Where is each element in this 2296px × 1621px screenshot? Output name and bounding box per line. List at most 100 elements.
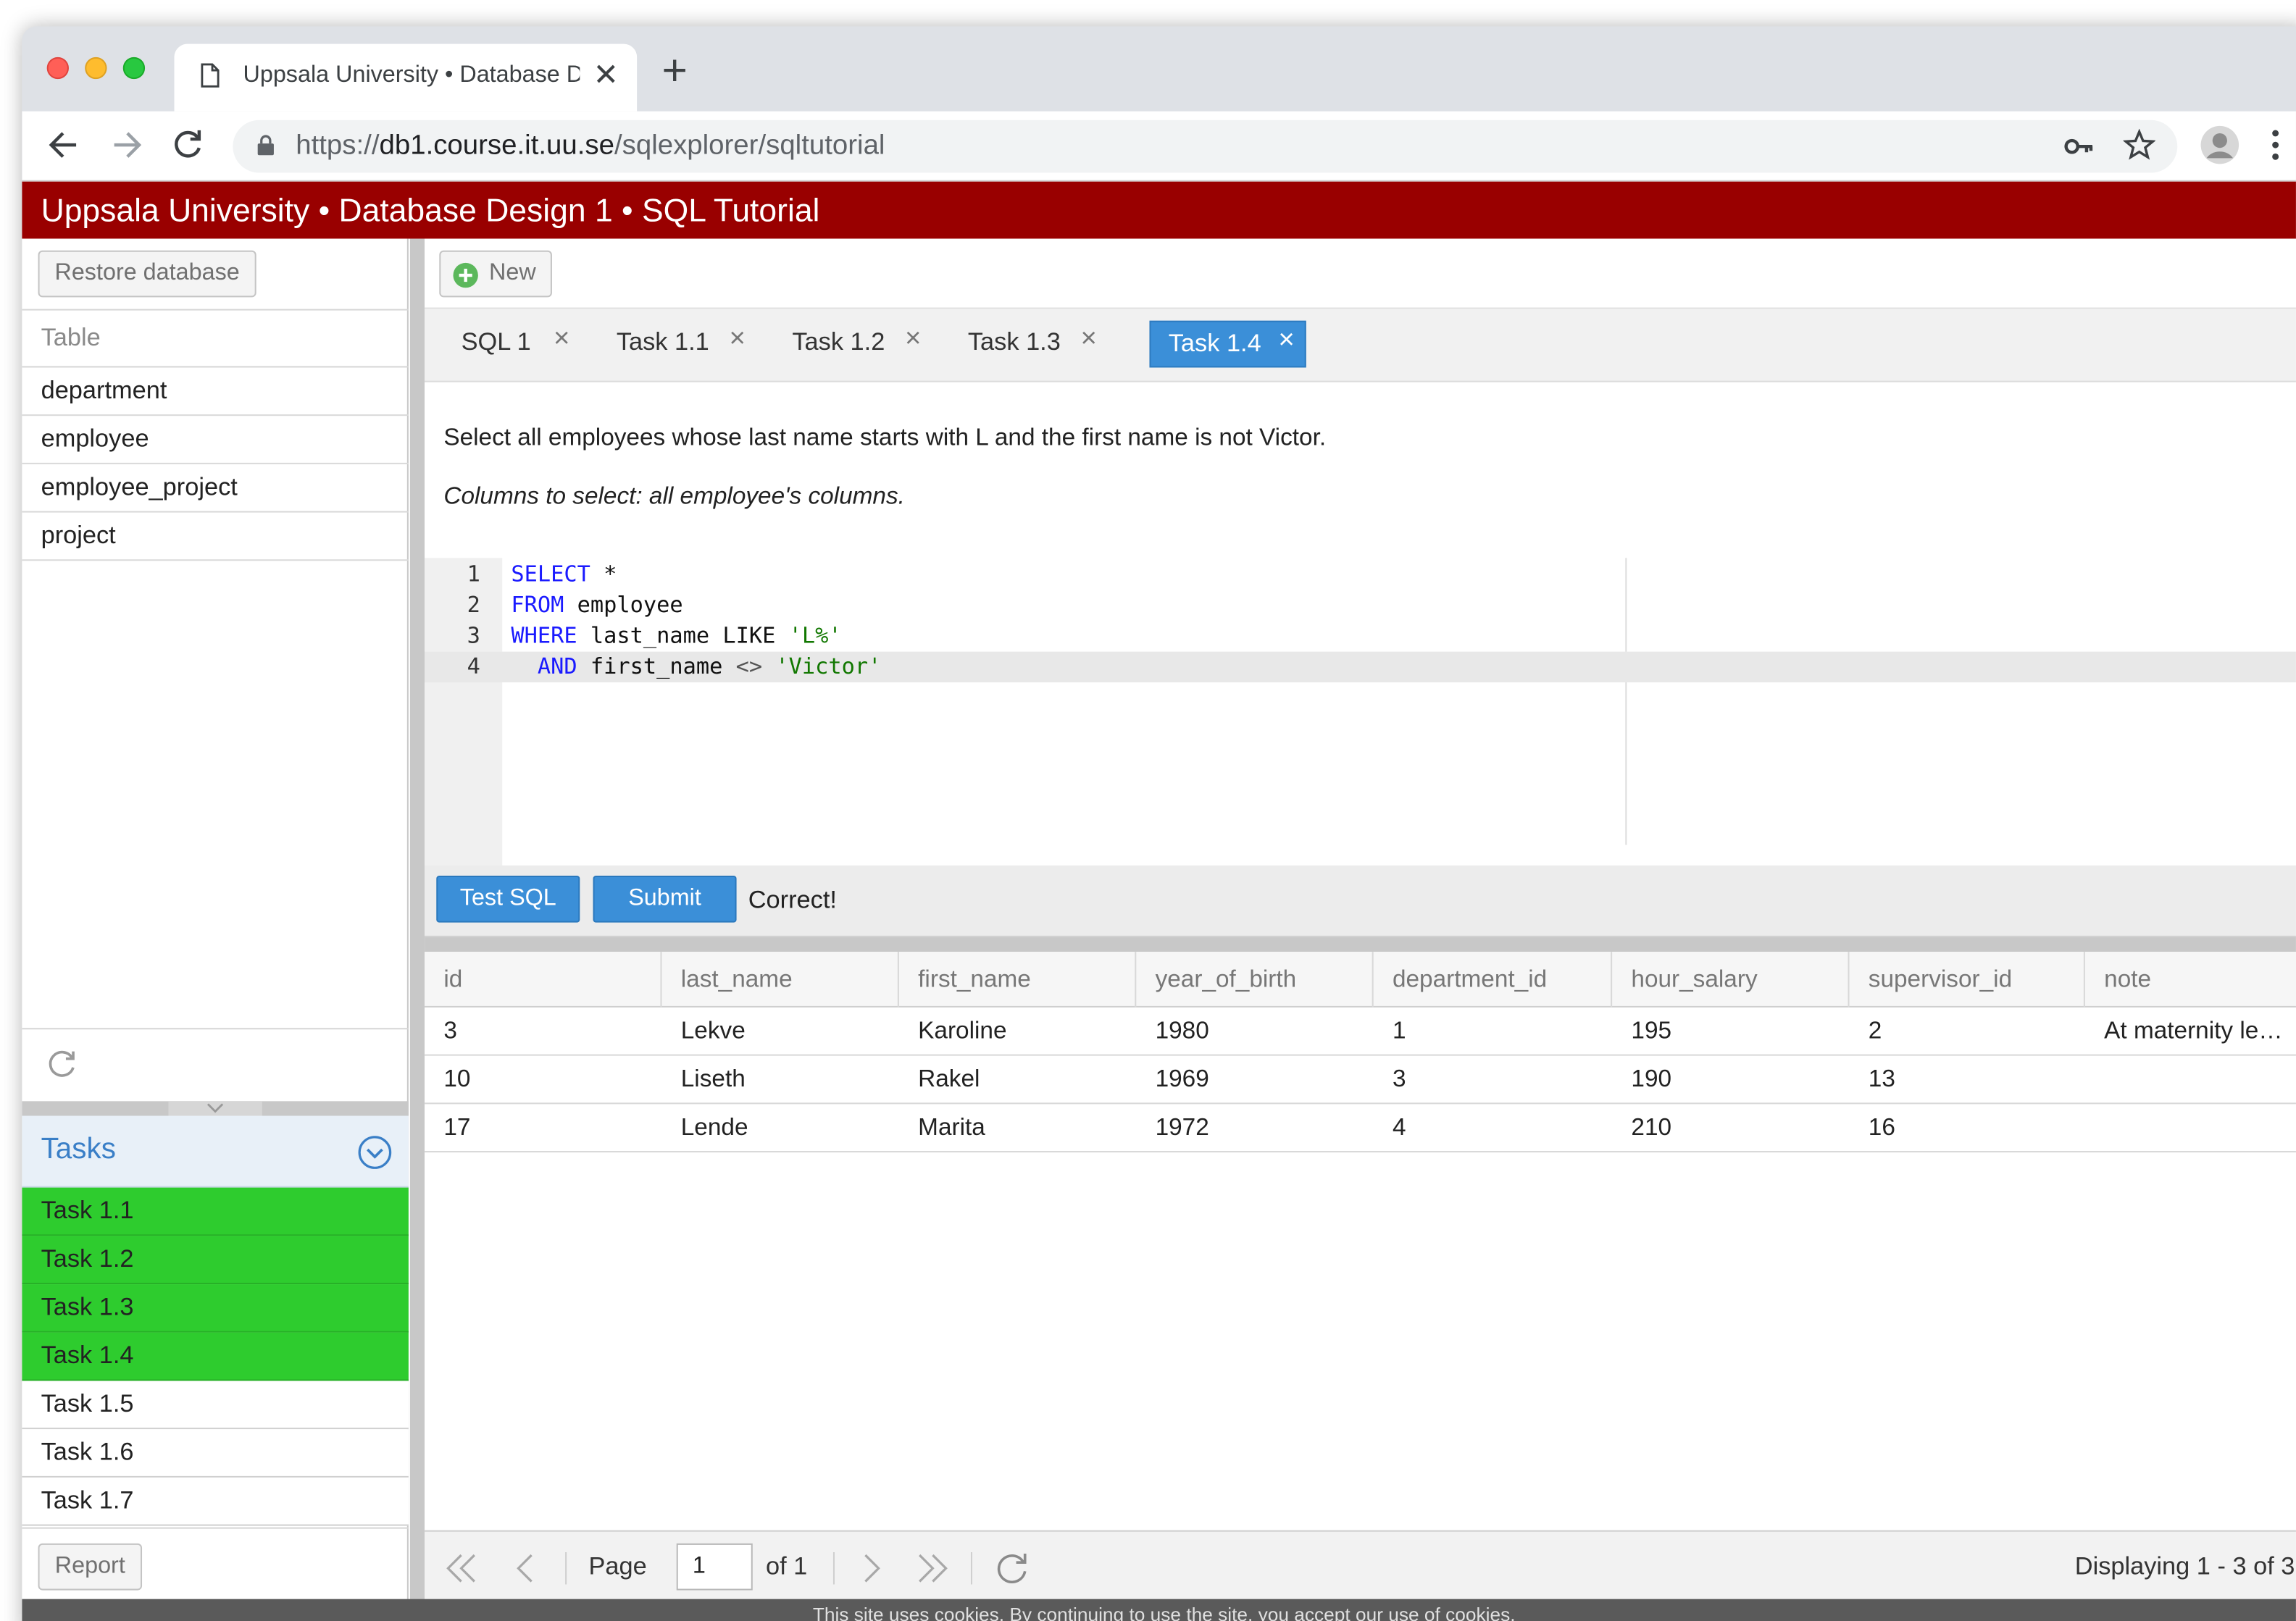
column-header[interactable]: first_name: [899, 952, 1137, 1008]
refresh-icon[interactable]: [46, 1049, 78, 1081]
submit-button[interactable]: Submit: [593, 875, 737, 923]
column-header[interactable]: supervisor_id: [1850, 952, 2085, 1008]
editor-tabs: SQL 1 × Task 1.1 × Task 1.2 × Task 1.3 ×: [425, 309, 2296, 382]
key-icon[interactable]: [2063, 132, 2095, 161]
report-button[interactable]: Report: [38, 1543, 143, 1591]
close-tab-icon[interactable]: ×: [729, 318, 745, 362]
code-token: AND: [511, 653, 577, 680]
vertical-splitter[interactable]: [409, 238, 425, 1621]
code-line[interactable]: 3 WHERE last_name LIKE 'L%': [425, 621, 2296, 651]
table-cell: Karoline: [918, 1018, 1007, 1044]
splitter-grip[interactable]: [168, 1101, 262, 1116]
code-line[interactable]: 4 AND first_name <> 'Victor': [425, 651, 2296, 683]
minimize-window-button[interactable]: [85, 56, 107, 80]
table-cell: 2: [1868, 1018, 1882, 1044]
results-header: id last_name first_name year_of_birth depart…: [425, 952, 2296, 1008]
table-row[interactable]: 17 Lende Marita 1972 4 210 16: [425, 1104, 2296, 1153]
code-token: *: [590, 561, 617, 587]
task-item-1-7[interactable]: Task 1.7: [22, 1477, 409, 1526]
panel-splitter[interactable]: [22, 1101, 409, 1116]
new-tab-button[interactable]: +: [661, 46, 687, 99]
web-page: Uppsala University • Database Design 1 •…: [22, 181, 2296, 1621]
browser-tab[interactable]: Uppsala University • Database Design 1 •…: [174, 43, 638, 112]
tab-task-1-3[interactable]: Task 1.3 ×: [951, 321, 1111, 368]
table-item-employee-project[interactable]: employee_project: [22, 464, 409, 513]
test-sql-button[interactable]: Test SQL: [436, 875, 580, 923]
task-item-1-2[interactable]: Task 1.2: [22, 1236, 409, 1285]
task-item-1-4[interactable]: Task 1.4: [22, 1332, 409, 1381]
table-item-project[interactable]: project: [22, 513, 409, 561]
table-cell: 10: [443, 1065, 471, 1093]
page-banner: Uppsala University • Database Design 1 •…: [22, 181, 2296, 239]
back-arrow-icon[interactable]: [46, 126, 84, 164]
tab-label: Task 1.1: [616, 327, 709, 356]
tab-task-1-1[interactable]: Task 1.1 ×: [599, 321, 760, 368]
chevron-down-circle-icon[interactable]: [357, 1135, 393, 1170]
horizontal-splitter[interactable]: [425, 937, 2296, 952]
task-item-1-3[interactable]: Task 1.3: [22, 1284, 409, 1333]
code-line[interactable]: 1 SELECT *: [425, 559, 2296, 590]
close-tab-icon[interactable]: ×: [554, 318, 569, 362]
code-line[interactable]: 2 FROM employee: [425, 590, 2296, 621]
reload-icon[interactable]: [168, 126, 206, 164]
address-bar[interactable]: https://db1.course.it.uu.se/sqlexplorer/…: [233, 120, 2178, 173]
browser-menu-icon[interactable]: [2270, 126, 2282, 164]
column-header[interactable]: last_name: [661, 952, 899, 1008]
column-header[interactable]: department_id: [1374, 952, 1613, 1008]
table-refresh-bar: [22, 1028, 409, 1101]
bookmark-star-icon[interactable]: [2123, 128, 2155, 161]
code-token: SELECT: [511, 561, 590, 587]
column-header[interactable]: hour_salary: [1612, 952, 1850, 1008]
code-text: FROM employee: [511, 590, 682, 621]
tab-task-1-2[interactable]: Task 1.2 ×: [775, 321, 935, 368]
table-row[interactable]: 10 Liseth Rakel 1969 3 190 13: [425, 1056, 2296, 1105]
close-window-button[interactable]: [46, 56, 69, 80]
table-item-department[interactable]: department: [22, 367, 409, 416]
code-text: AND first_name <> 'Victor': [511, 652, 882, 682]
task-item-1-1[interactable]: Task 1.1: [22, 1187, 409, 1236]
table-cell: 1: [1392, 1018, 1406, 1044]
tasks-title: Tasks: [41, 1133, 116, 1166]
account-avatar-icon[interactable]: [2200, 125, 2241, 166]
refresh-icon[interactable]: [993, 1549, 1031, 1588]
result-status: Correct!: [748, 886, 837, 914]
add-circle-icon: [453, 262, 478, 288]
close-tab-icon[interactable]: ×: [905, 318, 921, 362]
page-label: Page: [588, 1552, 647, 1580]
results-grid: id last_name first_name year_of_birth depart…: [425, 952, 2296, 1530]
new-query-button[interactable]: New: [439, 250, 552, 298]
column-header[interactable]: note: [2085, 952, 2296, 1008]
task-item-1-5[interactable]: Task 1.5: [22, 1381, 409, 1430]
forward-arrow-icon[interactable]: [107, 126, 146, 164]
close-tab-icon[interactable]: ✕: [593, 57, 619, 94]
pager-separator: [565, 1552, 567, 1585]
restore-database-button[interactable]: Restore database: [38, 250, 256, 298]
maximize-window-button[interactable]: [122, 56, 146, 80]
close-tab-icon[interactable]: ×: [1278, 319, 1294, 364]
table-row[interactable]: 3 Lekve Karoline 1980 1 195 2 At maternity le…: [425, 1008, 2296, 1056]
table-cell: [2085, 1104, 2296, 1152]
first-page-icon[interactable]: [442, 1549, 480, 1588]
tasks-header[interactable]: Tasks: [22, 1115, 409, 1188]
column-header[interactable]: id: [425, 952, 662, 1008]
pager-separator: [970, 1552, 972, 1585]
table-cell: 210: [1631, 1114, 1672, 1141]
page-count-label: of 1: [765, 1552, 808, 1580]
page-number-input[interactable]: [676, 1543, 753, 1591]
table-item-employee[interactable]: employee: [22, 416, 409, 464]
browser-toolbar: https://db1.course.it.uu.se/sqlexplorer/…: [22, 111, 2296, 182]
table-cell: 13: [1868, 1065, 1895, 1093]
column-header[interactable]: year_of_birth: [1136, 952, 1374, 1008]
next-page-icon[interactable]: [852, 1549, 890, 1588]
columns-hint: Columns to select: all employee's column…: [443, 483, 905, 510]
tab-task-1-4[interactable]: Task 1.4 ×: [1149, 319, 1306, 368]
table-cell: 190: [1631, 1065, 1672, 1093]
code-text: SELECT *: [511, 559, 617, 590]
previous-page-icon[interactable]: [506, 1549, 545, 1588]
task-item-1-6[interactable]: Task 1.6: [22, 1429, 409, 1478]
close-tab-icon[interactable]: ×: [1080, 318, 1096, 362]
tab-sql-1[interactable]: SQL 1 ×: [443, 321, 584, 368]
sql-editor[interactable]: 1 SELECT * 2 FROM employee 3 WHERE last_name …: [425, 558, 2296, 866]
last-page-icon[interactable]: [914, 1549, 952, 1588]
